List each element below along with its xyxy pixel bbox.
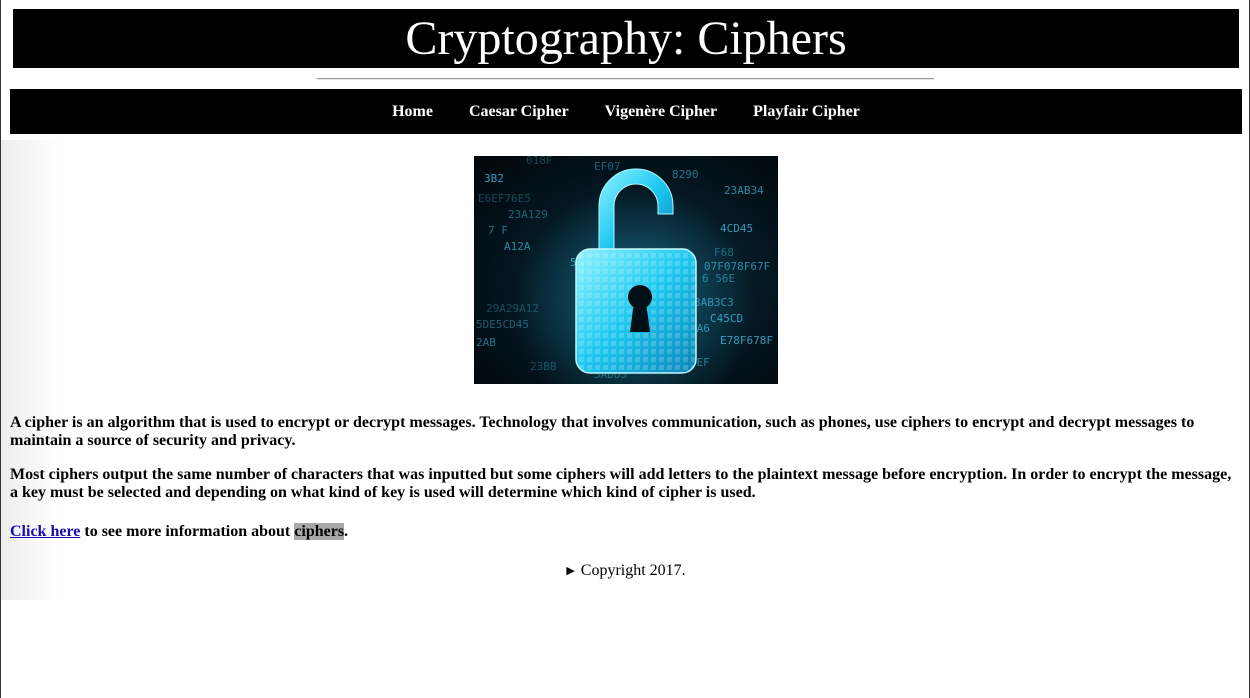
hex-code-fragment: E6EF76E5 <box>478 192 531 205</box>
hex-code-fragment: 7 F <box>488 224 508 237</box>
more-info-end: . <box>344 523 349 540</box>
copyright-text: Copyright 2017. <box>580 562 686 579</box>
hex-code-fragment: 23A129 <box>508 208 548 221</box>
click-here-link[interactable]: Click here <box>10 523 80 540</box>
main-nav: Home Caesar Cipher Vigenère Cipher Playf… <box>10 89 1242 134</box>
nav-playfair-cipher-link[interactable]: Playfair Cipher <box>753 103 860 121</box>
more-info-line: Click here to see more information about… <box>10 523 1240 541</box>
page-title: Cryptography: Ciphers <box>13 9 1239 68</box>
hex-code-fragment: 3B2 <box>484 172 504 185</box>
title-divider <box>317 78 934 80</box>
nav-caesar-cipher-link[interactable]: Caesar Cipher <box>469 103 569 121</box>
intro-paragraph: A cipher is an algorithm that is used to… <box>10 414 1195 449</box>
more-info-text: to see more information about <box>80 523 295 540</box>
hex-code-fragment: 018F <box>526 156 553 167</box>
nav-home-link[interactable]: Home <box>392 103 433 121</box>
hex-code-fragment: 2AB <box>476 336 496 349</box>
unlocked-padlock-icon: 018F EF07 8290 23AB34 3B2 E6EF76E5 23A1297 F A1… <box>476 156 773 384</box>
hex-code-fragment: A12A <box>504 240 531 253</box>
footer-details[interactable]: ▶ Copyright 2017. <box>1 562 1250 580</box>
disclosure-triangle-icon[interactable]: ▶ <box>566 562 574 580</box>
hex-code-fragment: 23AB34 <box>724 184 764 197</box>
hero-image: 018F EF07 8290 23AB34 3B2 E6EF76E5 23A129 7 F A1… <box>474 156 778 384</box>
details-paragraph: Most ciphers output the same number of c… <box>10 466 1232 501</box>
nav-vigenere-cipher-link[interactable]: Vigenère Cipher <box>605 103 717 121</box>
hex-code-fragment: EF07 <box>594 160 621 173</box>
highlighted-term: ciphers <box>294 523 345 540</box>
hex-code-fragment: 8290 <box>672 168 699 181</box>
